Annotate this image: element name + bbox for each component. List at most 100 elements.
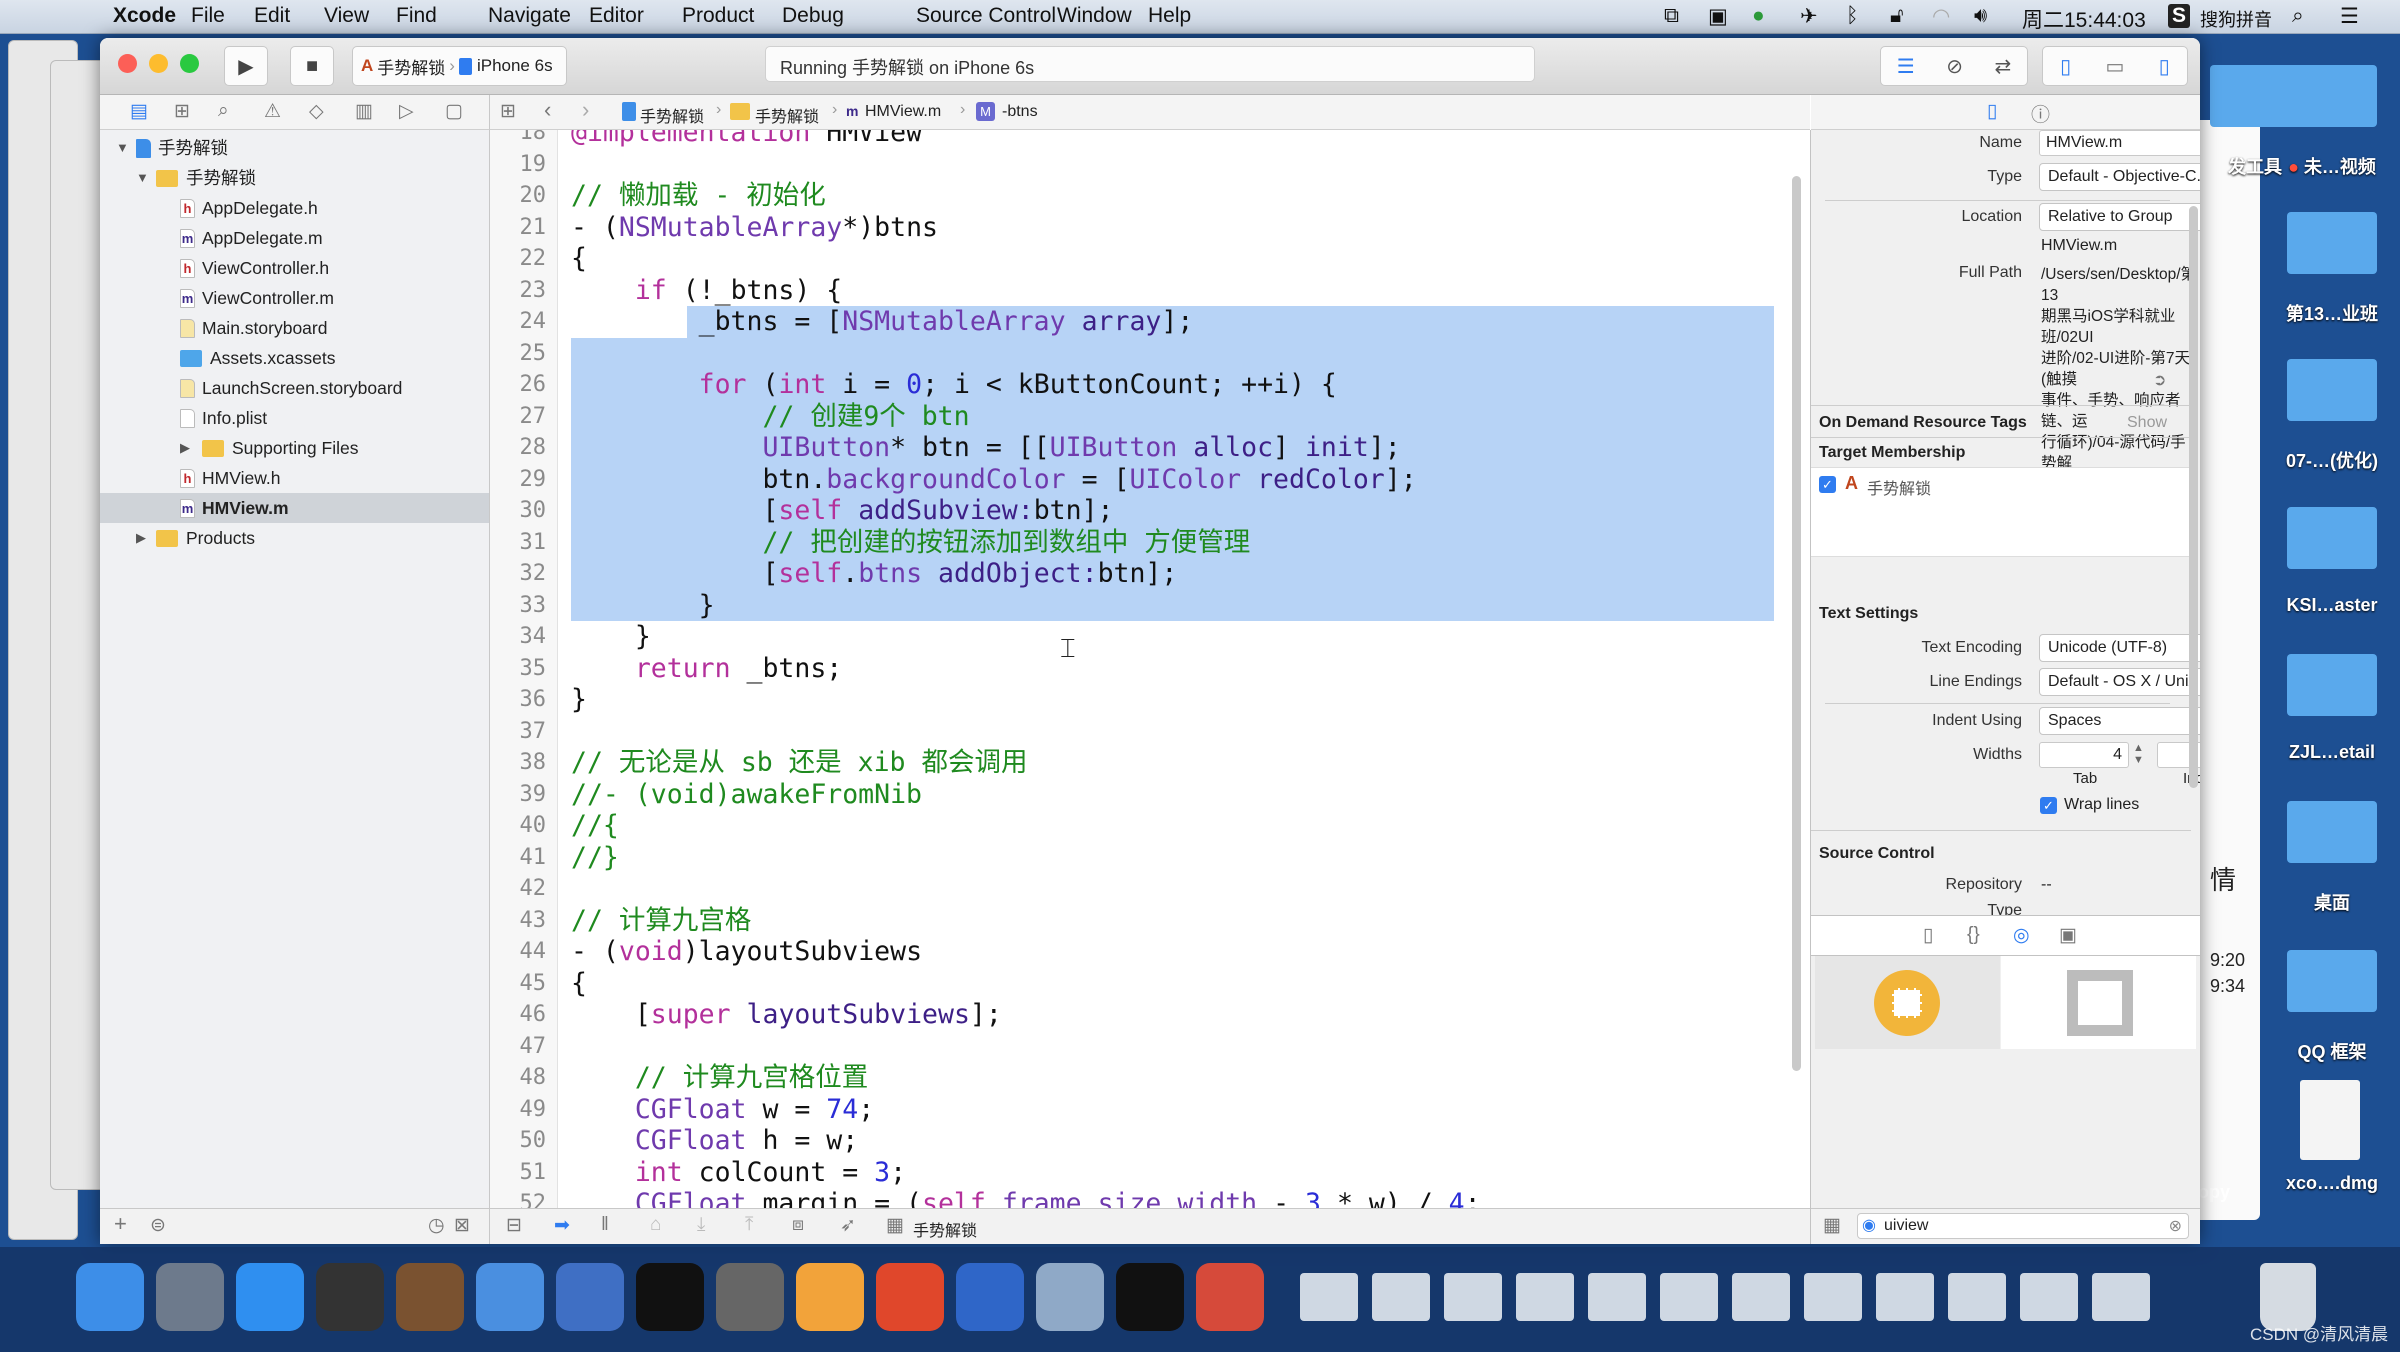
issue-navigator-icon[interactable]: ⚠ — [264, 100, 281, 123]
desktop-icon-label[interactable]: 第13…业班 — [2257, 300, 2400, 326]
navigator-item[interactable]: ▼ 手势解锁 — [100, 163, 489, 193]
breakpoints-toggle-icon[interactable]: ➡ — [554, 1214, 570, 1237]
assistant-editor-icon[interactable]: ⊘ — [1946, 54, 1963, 79]
odr-show-button[interactable]: Show — [2127, 414, 2167, 432]
code-line[interactable]: 30 [self addSubview:btn]; — [490, 495, 1810, 527]
dock-app-icon[interactable] — [796, 1263, 864, 1331]
clear-search-icon[interactable]: ⊗ — [2169, 1216, 2182, 1236]
code-line[interactable]: 34 } — [490, 621, 1810, 653]
navigator-item[interactable]: h HMView.h — [100, 463, 489, 493]
navigator-item[interactable]: m ViewController.m — [100, 283, 489, 313]
test-navigator-icon[interactable]: ◇ — [309, 100, 324, 123]
step-out-icon[interactable]: ⤒ — [745, 1214, 753, 1236]
report-navigator-icon[interactable]: ▢ — [445, 100, 463, 123]
related-items-icon[interactable]: ⊞ — [500, 100, 516, 123]
breakpoint-navigator-icon[interactable]: ▷ — [399, 100, 414, 123]
menu-find[interactable]: Find — [396, 4, 437, 28]
dock-app-icon[interactable] — [556, 1263, 624, 1331]
dock-app-icon[interactable] — [476, 1263, 544, 1331]
code-line[interactable]: 44 - (void)layoutSubviews — [490, 936, 1810, 968]
dock-window-thumbnail[interactable] — [1660, 1273, 1718, 1321]
dock-window-thumbnail[interactable] — [1300, 1273, 1358, 1321]
folder-icon[interactable] — [2287, 65, 2377, 127]
desktop-icon-label[interactable]: 07-…(优化) — [2257, 447, 2400, 473]
minimize-button[interactable] — [149, 54, 168, 73]
dock-window-thumbnail[interactable] — [1948, 1273, 2006, 1321]
code-line[interactable]: 36} — [490, 684, 1810, 716]
code-line[interactable]: 29 btn.backgroundColor = [UIColor redCol… — [490, 463, 1810, 495]
bluetooth-icon[interactable]: ᛒ — [1846, 4, 1859, 28]
navigator-item[interactable]: m AppDelegate.m — [100, 223, 489, 253]
code-line[interactable]: 42 — [490, 873, 1810, 905]
desktop-icon-label[interactable]: KSI…aster — [2257, 595, 2400, 616]
tab-width-stepper[interactable]: ▲ ▼ — [2133, 742, 2144, 766]
dock-app-icon[interactable] — [956, 1263, 1024, 1331]
stop-button[interactable]: ■ — [290, 46, 334, 86]
disclosure-open-icon[interactable]: ▼ — [136, 163, 149, 193]
code-line[interactable]: 18 @implementation HMView — [490, 130, 1810, 149]
standard-editor-icon[interactable]: ☰ — [1897, 54, 1915, 79]
code-line[interactable]: 45 { — [490, 968, 1810, 1000]
dock-app-icon[interactable] — [1116, 1263, 1184, 1331]
scm-filter-icon[interactable]: ⊠ — [454, 1214, 470, 1237]
desktop-icon-label[interactable]: QQ 框架 — [2257, 1038, 2400, 1064]
desktop-icon-label[interactable]: ZJL…etail — [2257, 742, 2400, 763]
code-snippet-library-icon[interactable]: {} — [1967, 924, 1980, 946]
dock-app-icon[interactable] — [1036, 1263, 1104, 1331]
navigator-item[interactable]: h AppDelegate.h — [100, 193, 489, 223]
wrap-lines-checkbox[interactable]: ✓ — [2040, 797, 2057, 814]
spotlight-icon[interactable]: ⌕ — [2292, 4, 2304, 28]
clock[interactable]: 周二15:44:03 — [2022, 4, 2146, 34]
code-line[interactable]: 38 // 无论是从 sb 还是 xib 都会调用 — [490, 747, 1810, 779]
disclosure-closed-icon[interactable]: ▶ — [180, 433, 190, 463]
dock-window-thumbnail[interactable] — [1516, 1273, 1574, 1321]
menu-file[interactable]: File — [191, 4, 225, 28]
jump-symbol[interactable]: -btns — [1002, 103, 1038, 121]
pause-icon[interactable]: ‖ — [601, 1214, 609, 1236]
jump-file[interactable]: HMView.m — [865, 103, 941, 121]
dock-app-icon[interactable] — [1196, 1263, 1264, 1331]
lock-icon[interactable]: 🔓︎ — [1890, 4, 1904, 28]
step-over-icon[interactable]: ⌂ — [650, 1214, 661, 1236]
menu-source-control[interactable]: Source Control — [916, 4, 1056, 28]
code-line[interactable]: 47 — [490, 1031, 1810, 1063]
dock-app-icon[interactable] — [76, 1263, 144, 1331]
dock-app-icon[interactable] — [396, 1263, 464, 1331]
menu-view[interactable]: View — [324, 4, 369, 28]
camera-icon[interactable]: ▣ — [1708, 4, 1728, 29]
navigator-item[interactable]: Main.storyboard — [100, 313, 489, 343]
dock-window-thumbnail[interactable] — [1588, 1273, 1646, 1321]
zoom-button[interactable] — [180, 54, 199, 73]
dock-window-thumbnail[interactable] — [1876, 1273, 1934, 1321]
file-template-library-icon[interactable]: ▯ — [1923, 924, 1933, 947]
symbol-navigator-icon[interactable]: ⊞ — [174, 100, 190, 123]
sogou-icon[interactable]: S — [2168, 4, 2191, 28]
library-item-container[interactable] — [2001, 956, 2196, 1049]
notification-list-icon[interactable]: ☰ — [2340, 4, 2359, 29]
version-editor-icon[interactable]: ⇄ — [1994, 54, 2011, 79]
project-navigator-icon[interactable]: ▤ — [130, 100, 148, 123]
dock-app-icon[interactable] — [716, 1263, 784, 1331]
hide-debug-area-icon[interactable]: ⊟ — [506, 1214, 522, 1237]
menu-window[interactable]: Window — [1057, 4, 1132, 28]
code-line[interactable]: 32 [self.btns addObject:btn]; — [490, 558, 1810, 590]
dock-window-thumbnail[interactable] — [1444, 1273, 1502, 1321]
volume-icon[interactable]: 🔊︎ — [1974, 4, 1987, 28]
library-search-field[interactable]: ◉ uiview ⊗ — [1857, 1213, 2189, 1239]
line-endings-popup[interactable]: Default - OS X / Unix (LF)⇕ — [2039, 668, 2200, 696]
code-line[interactable]: 41 //} — [490, 842, 1810, 874]
dock-app-icon[interactable] — [876, 1263, 944, 1331]
code-line[interactable]: 43 // 计算九宫格 — [490, 905, 1810, 937]
code-line[interactable]: 49 CGFloat w = 74; — [490, 1094, 1810, 1126]
debug-navigator-icon[interactable]: ▥ — [355, 100, 373, 123]
menu-edit[interactable]: Edit — [254, 4, 290, 28]
editor-scrollbar[interactable] — [1792, 176, 1801, 1071]
dock-window-thumbnail[interactable] — [1372, 1273, 1430, 1321]
code-line[interactable]: 19 — [490, 149, 1810, 181]
close-button[interactable] — [118, 54, 137, 73]
menu-editor[interactable]: Editor — [589, 4, 644, 28]
navigator-item[interactable]: Assets.xcassets — [100, 343, 489, 373]
view-debugger-icon[interactable]: ⧈ — [792, 1214, 804, 1236]
media-library-icon[interactable]: ▣ — [2059, 924, 2077, 947]
navigator-item[interactable]: ▼ 手势解锁 — [100, 133, 489, 163]
